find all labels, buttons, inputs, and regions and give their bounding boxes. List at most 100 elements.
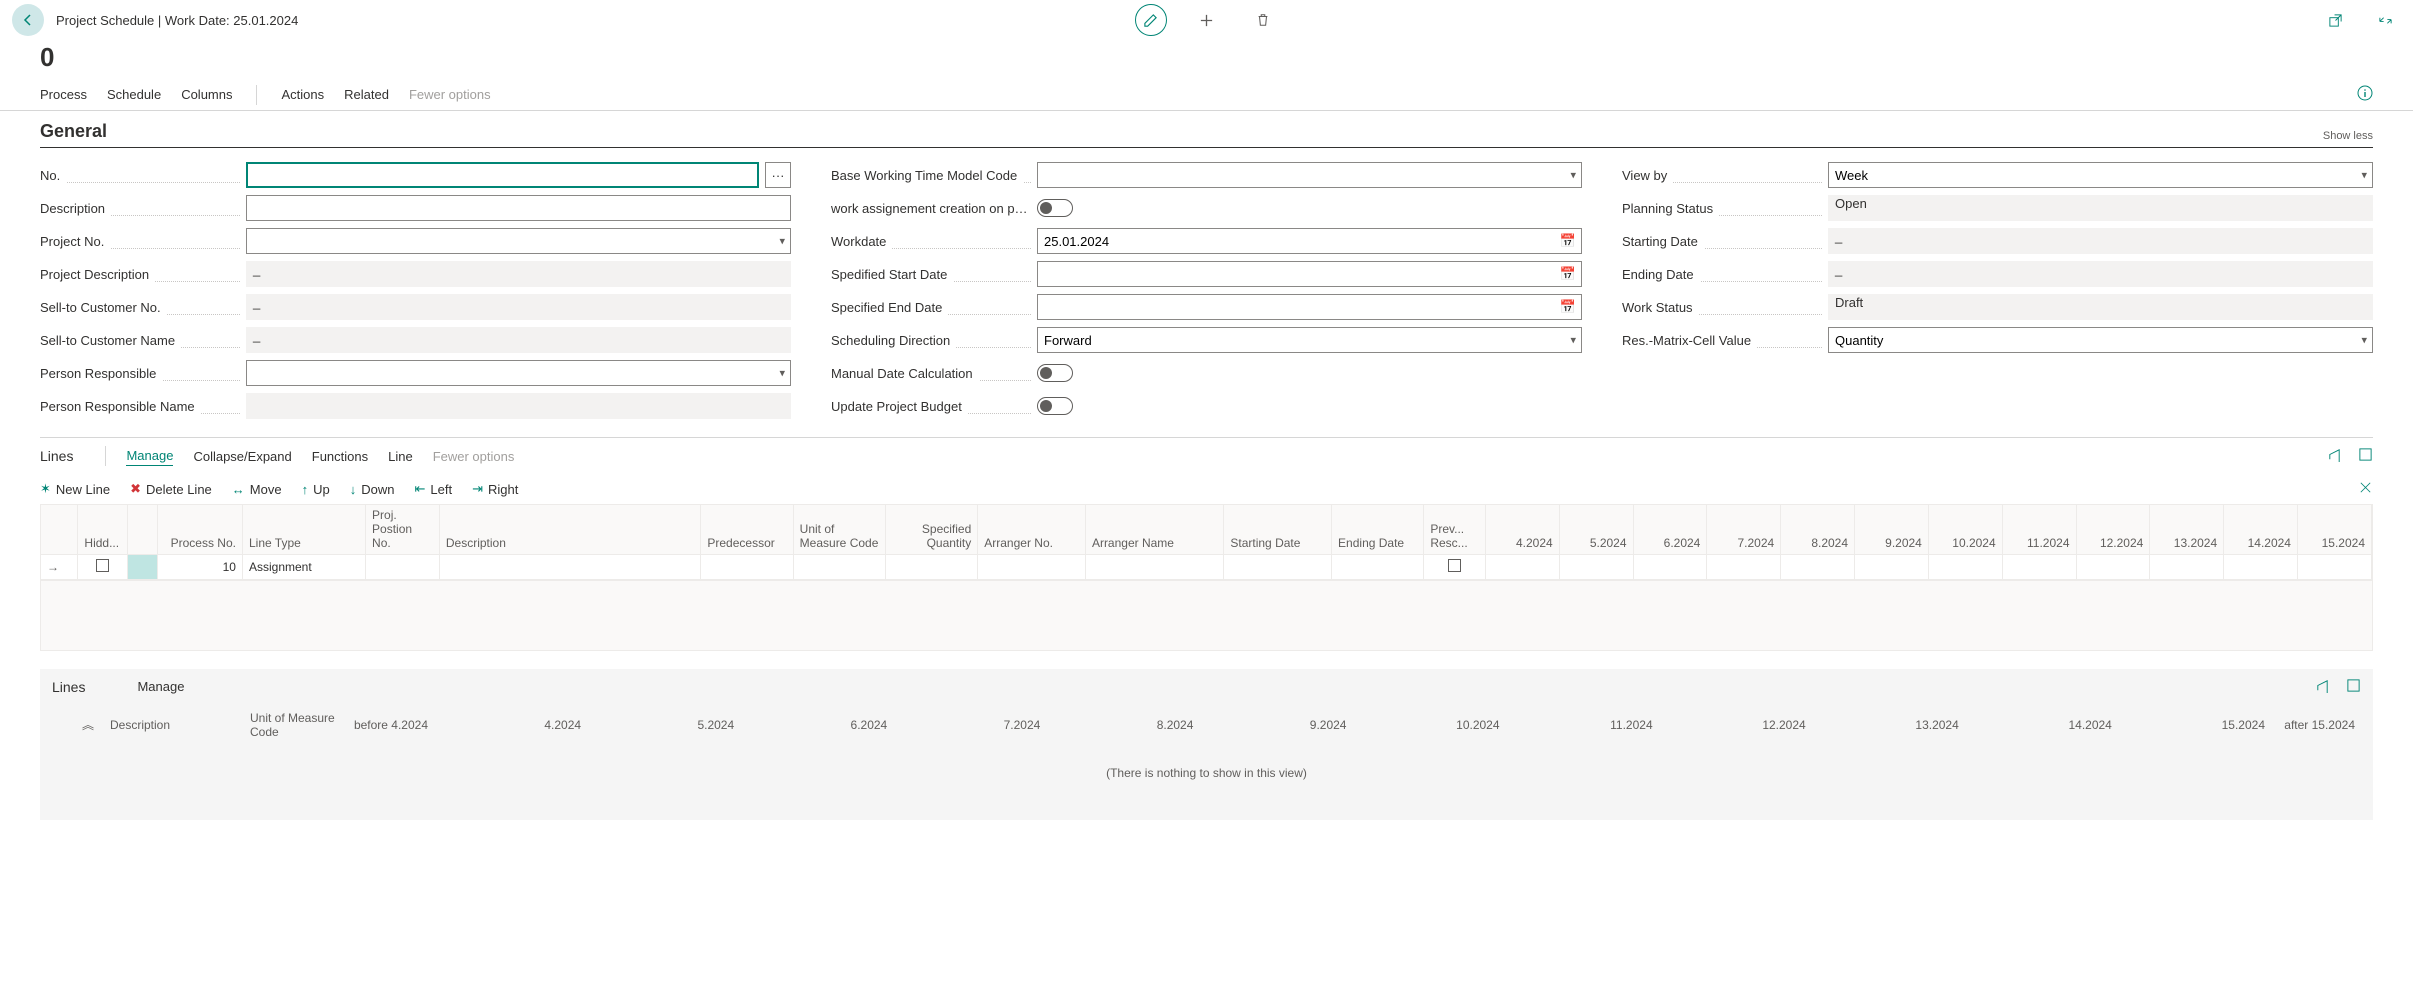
- lookup-no-button[interactable]: ···: [765, 162, 791, 188]
- new-line-button[interactable]: ✶New Line: [40, 481, 110, 497]
- col-w4[interactable]: 4.2024: [1485, 505, 1559, 555]
- input-spec-start[interactable]: [1037, 261, 1582, 287]
- cell-process-no[interactable]: 10: [158, 555, 243, 580]
- col-process-no[interactable]: Process No.: [158, 505, 243, 555]
- personalize-button[interactable]: [2358, 480, 2373, 498]
- right-button[interactable]: ⇥Right: [472, 481, 518, 497]
- tab-related[interactable]: Related: [344, 79, 389, 110]
- cell-prev-resc[interactable]: [1424, 555, 1486, 580]
- tab-fewer-options[interactable]: Fewer options: [409, 79, 491, 110]
- cell-description[interactable]: [439, 555, 701, 580]
- cell-w9[interactable]: [1855, 555, 1929, 580]
- lines-tab-manage[interactable]: Manage: [126, 446, 173, 466]
- lines-tab-line[interactable]: Line: [388, 447, 413, 466]
- share2-button[interactable]: [2315, 678, 2330, 696]
- input-description[interactable]: [246, 195, 791, 221]
- cell-w14[interactable]: [2224, 555, 2298, 580]
- cell-w12[interactable]: [2076, 555, 2150, 580]
- col2-w12[interactable]: 12.2024: [1659, 708, 1812, 744]
- cell-hidd[interactable]: [78, 555, 127, 580]
- col2-w4[interactable]: 4.2024: [434, 708, 587, 744]
- cell-w7[interactable]: [1707, 555, 1781, 580]
- edit-button[interactable]: [1135, 4, 1167, 36]
- delete-button[interactable]: [1247, 4, 1279, 36]
- cell-w11[interactable]: [2002, 555, 2076, 580]
- new-button[interactable]: [1191, 4, 1223, 36]
- collapse-all-icon[interactable]: ︽: [82, 718, 94, 732]
- col-line-type[interactable]: Line Type: [242, 505, 365, 555]
- info-button[interactable]: [2357, 85, 2373, 104]
- show-less-link[interactable]: Show less: [2323, 130, 2373, 142]
- col-proj-pos[interactable]: Proj. Postion No.: [366, 505, 440, 555]
- checkbox[interactable]: [1448, 559, 1461, 572]
- popout-button[interactable]: [2319, 4, 2351, 36]
- input-no[interactable]: [246, 162, 759, 188]
- col-predecessor[interactable]: Predecessor: [701, 505, 793, 555]
- cell-spec-qty[interactable]: [885, 555, 977, 580]
- col2-w13[interactable]: 13.2024: [1812, 708, 1965, 744]
- back-button[interactable]: [12, 4, 44, 36]
- cell-predecessor[interactable]: [701, 555, 793, 580]
- cell-arranger-no[interactable]: [978, 555, 1086, 580]
- input-spec-end[interactable]: [1037, 294, 1582, 320]
- cell-w15[interactable]: [2297, 555, 2371, 580]
- col-w14[interactable]: 14.2024: [2224, 505, 2298, 555]
- cell-proj-pos[interactable]: [366, 555, 440, 580]
- cell-w10[interactable]: [1928, 555, 2002, 580]
- left-button[interactable]: ⇤Left: [414, 481, 452, 497]
- cell-uom[interactable]: [793, 555, 885, 580]
- up-button[interactable]: ↑Up: [302, 482, 330, 497]
- lines-tab-collapse[interactable]: Collapse/Expand: [193, 447, 291, 466]
- row-selector-icon[interactable]: →: [41, 555, 78, 580]
- col2-w14[interactable]: 14.2024: [1965, 708, 2118, 744]
- delete-line-button[interactable]: ✖Delete Line: [130, 481, 212, 497]
- lines2-tab-manage[interactable]: Manage: [137, 677, 184, 696]
- col-w5[interactable]: 5.2024: [1559, 505, 1633, 555]
- cell-w5[interactable]: [1559, 555, 1633, 580]
- col-starting-date[interactable]: Starting Date: [1224, 505, 1332, 555]
- col-arranger-no[interactable]: Arranger No.: [978, 505, 1086, 555]
- col2-w5[interactable]: 5.2024: [587, 708, 740, 744]
- tab-schedule[interactable]: Schedule: [107, 79, 161, 110]
- col-prev-resc[interactable]: Prev... Resc...: [1424, 505, 1486, 555]
- col-uom[interactable]: Unit of Measure Code: [793, 505, 885, 555]
- cell-w6[interactable]: [1633, 555, 1707, 580]
- col-w9[interactable]: 9.2024: [1855, 505, 1929, 555]
- col-ending-date[interactable]: Ending Date: [1332, 505, 1424, 555]
- select-sched-dir[interactable]: [1037, 327, 1582, 353]
- col2-before[interactable]: before 4.2024: [344, 708, 434, 744]
- lines-grid[interactable]: Hidd... Process No. Line Type Proj. Post…: [41, 505, 2372, 580]
- col2-w15[interactable]: 15.2024: [2118, 708, 2271, 744]
- col2-w6[interactable]: 6.2024: [740, 708, 893, 744]
- table-row[interactable]: → 10 Assignment: [41, 555, 2372, 580]
- cell-ending-date[interactable]: [1332, 555, 1424, 580]
- calendar-icon[interactable]: 📅: [1560, 266, 1576, 282]
- maximize-button[interactable]: [2358, 447, 2373, 465]
- maximize2-button[interactable]: [2346, 678, 2361, 696]
- col2-w11[interactable]: 11.2024: [1506, 708, 1659, 744]
- tab-actions[interactable]: Actions: [281, 79, 324, 110]
- collapse-button[interactable]: [2369, 4, 2401, 36]
- col2-w8[interactable]: 8.2024: [1046, 708, 1199, 744]
- cell-w13[interactable]: [2150, 555, 2224, 580]
- cell-line-type[interactable]: Assignment: [242, 555, 365, 580]
- select-res-matrix[interactable]: [1828, 327, 2373, 353]
- col2-w9[interactable]: 9.2024: [1199, 708, 1352, 744]
- col-w11[interactable]: 11.2024: [2002, 505, 2076, 555]
- cell-w4[interactable]: [1485, 555, 1559, 580]
- share-button[interactable]: [2327, 447, 2342, 465]
- checkbox[interactable]: [96, 559, 109, 572]
- cell-indent[interactable]: [127, 555, 158, 580]
- col-w8[interactable]: 8.2024: [1781, 505, 1855, 555]
- lines-tab-fewer[interactable]: Fewer options: [433, 447, 515, 466]
- toggle-work-assign[interactable]: [1037, 199, 1073, 217]
- col2-after[interactable]: after 15.2024: [2271, 708, 2361, 744]
- cell-arranger-name[interactable]: [1085, 555, 1223, 580]
- lines-tab-functions[interactable]: Functions: [312, 447, 368, 466]
- col-w15[interactable]: 15.2024: [2297, 505, 2371, 555]
- down-button[interactable]: ↓Down: [350, 482, 395, 497]
- tab-columns[interactable]: Columns: [181, 79, 232, 110]
- calendar-icon[interactable]: 📅: [1560, 233, 1576, 249]
- cell-starting-date[interactable]: [1224, 555, 1332, 580]
- col-hidd[interactable]: Hidd...: [78, 505, 127, 555]
